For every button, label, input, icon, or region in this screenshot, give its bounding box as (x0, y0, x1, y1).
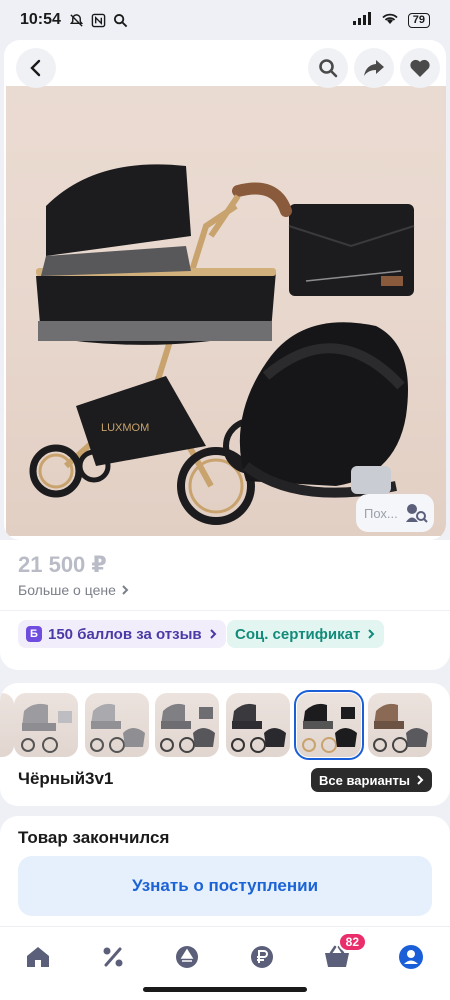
stroller-thumb-icon (231, 703, 286, 753)
profile-icon (399, 945, 423, 969)
stock-card: Товар закончился Узнать о поступлении (0, 816, 450, 926)
variant-name: Чёрный3v1 (18, 769, 114, 788)
stroller-thumb-icon (160, 703, 215, 753)
search-button[interactable] (308, 48, 348, 88)
points-chip[interactable]: Б 150 баллов за отзыв (18, 620, 226, 648)
search-status-icon (113, 12, 129, 28)
status-time: 10:54 (20, 11, 61, 28)
chevron-right-icon (122, 585, 129, 595)
battery-indicator: 79 (407, 12, 430, 28)
chevron-right-icon (368, 629, 375, 639)
variant-thumb[interactable] (0, 693, 14, 757)
cart-count-badge: 82 (337, 932, 367, 952)
visual-search-icon (405, 504, 428, 523)
variant-thumb[interactable] (155, 693, 219, 757)
status-bar: 10:54 79 (0, 0, 450, 40)
heart-icon (410, 59, 430, 77)
variant-thumb[interactable] (226, 693, 290, 757)
variants-card: Чёрный3v1 Все варианты (0, 683, 450, 806)
ruble-icon (251, 946, 273, 968)
points-label: 150 баллов за отзыв (48, 625, 202, 643)
nav-catalog[interactable] (167, 937, 207, 977)
nav-cart[interactable]: 82 (317, 932, 367, 977)
nfc-icon (91, 12, 107, 28)
back-button[interactable] (16, 48, 56, 88)
signal-icon (352, 11, 372, 29)
mute-bell-icon (69, 12, 85, 28)
status-right: 79 (352, 11, 430, 29)
nav-home[interactable] (18, 937, 58, 977)
price-more-link[interactable]: Больше о цене (18, 582, 130, 598)
nav-profile[interactable] (391, 937, 431, 977)
brand-label: LUXMOM (101, 422, 149, 434)
wifi-icon (380, 11, 400, 29)
price-value: 21 500 ₽ (18, 552, 107, 577)
stroller-thumb-icon (90, 703, 145, 753)
notify-availability-button[interactable]: Узнать о поступлении (18, 856, 432, 916)
chevron-right-icon (209, 629, 217, 639)
variant-thumb[interactable] (85, 693, 149, 757)
home-icon (27, 947, 49, 967)
nav-finance[interactable] (242, 937, 282, 977)
similar-label: Пох... (364, 505, 398, 521)
bottom-nav: 82 (0, 926, 450, 1000)
variant-thumb[interactable] (368, 693, 432, 757)
favorite-button[interactable] (400, 48, 440, 88)
variant-thumb-selected[interactable] (294, 690, 364, 760)
lamp-icon (176, 946, 198, 968)
all-variants-button[interactable]: Все варианты (311, 768, 432, 792)
percent-icon (103, 947, 123, 967)
nav-promotions[interactable] (93, 937, 133, 977)
chevron-right-icon (417, 775, 424, 785)
share-arrow-icon (364, 60, 384, 76)
certificate-label: Соц. сертификат (235, 625, 361, 643)
product-photo[interactable]: LUXMOM (6, 86, 446, 536)
similar-button[interactable]: Пох... (356, 494, 434, 532)
product-gallery[interactable]: LUXMOM Пох... (4, 40, 446, 540)
stroller-illustration: LUXMOM (29, 164, 415, 525)
price-more-label: Больше о цене (18, 582, 116, 598)
chevron-left-icon (30, 59, 41, 77)
price-card: 21 500 ₽ Больше о цене Б 150 баллов за о… (0, 540, 450, 670)
all-variants-label: Все варианты (319, 772, 410, 788)
points-badge-icon: Б (26, 626, 42, 642)
variant-thumb[interactable] (14, 693, 78, 757)
certificate-chip[interactable]: Соц. сертификат (227, 620, 385, 648)
home-indicator (143, 987, 307, 992)
stroller-thumb-icon (302, 703, 357, 753)
search-icon (319, 59, 338, 78)
divider (0, 610, 450, 611)
stroller-thumb-icon (21, 703, 72, 753)
stroller-thumb-icon (373, 703, 428, 753)
out-of-stock-title: Товар закончился (18, 828, 170, 847)
share-button[interactable] (354, 48, 394, 88)
